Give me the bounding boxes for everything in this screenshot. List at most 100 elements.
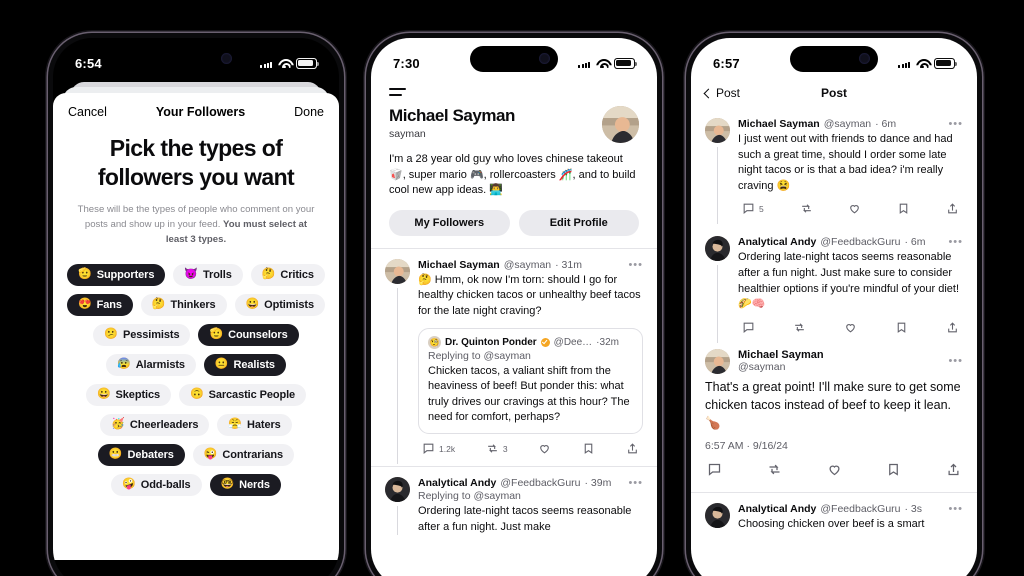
like-button[interactable] [844,321,857,334]
share-button[interactable] [626,442,639,455]
verified-badge-icon [540,337,550,347]
post-author-handle: @sayman [823,118,872,130]
avatar[interactable] [705,236,730,262]
pill-emoji-icon: 🫡 [78,268,92,281]
bookmark-button[interactable] [886,462,901,482]
focused-post-text: That's a great point! I'll make sure to … [705,379,961,431]
follower-type-pill-counselors[interactable]: 🫡 Counselors [198,323,299,346]
pill-label: Trolls [203,268,232,281]
avatar: 🧐 [428,335,441,349]
quoted-post[interactable]: 🧐 Dr. Quinton Ponder @Dee… ·32m Replying… [418,327,643,435]
follower-type-pill-critics[interactable]: 🤔 Critics [250,263,325,286]
reply-button[interactable] [742,321,755,334]
modal-sheet-stack: Cancel Your Followers Done Pick the type… [53,82,339,576]
feed-post[interactable]: Michael Sayman @sayman · 31m ••• 🤔 Hmm, … [371,249,657,466]
thread-post[interactable]: Analytical Andy @FeedbackGuru · 3s ••• C… [691,493,977,535]
avatar[interactable] [705,118,730,143]
follower-type-pill-trolls[interactable]: 😈 Trolls [173,263,243,286]
pill-emoji-icon: 😜 [203,448,218,461]
followers-sheet: Cancel Your Followers Done Pick the type… [53,93,339,560]
pill-row: 🤪 Odd-balls 🤓 Nerds [63,473,329,496]
replying-to: Replying to @sayman [418,490,521,503]
bookmark-button[interactable] [582,442,595,455]
more-options-icon[interactable]: ••• [948,356,963,367]
avatar[interactable] [385,477,410,503]
avatar[interactable] [705,348,730,374]
pill-label: Supporters [96,268,155,281]
more-options-icon[interactable]: ••• [628,478,643,489]
post-timestamp: · 6m [875,118,897,130]
like-button[interactable] [848,202,861,215]
pill-emoji-icon: 😐 [214,358,229,371]
follower-type-pill-debaters[interactable]: 😬 Debaters [97,443,185,466]
like-button[interactable] [827,462,842,482]
more-options-icon[interactable]: ••• [628,259,643,270]
follower-type-pill-nerds[interactable]: 🤓 Nerds [209,473,281,496]
pill-row: 😀 Skeptics 🙃 Sarcastic People [63,383,329,406]
post-timestamp: · 31m [555,258,582,271]
follower-type-pill-fans[interactable]: 😍 Fans [66,293,133,316]
thread-line [397,506,398,536]
feed-post[interactable]: Analytical Andy @FeedbackGuru · 39m ••• … [371,467,657,537]
back-button[interactable]: Post [703,86,740,100]
follower-type-pill-pessimists[interactable]: 😕 Pessimists [93,323,191,346]
avatar[interactable] [385,258,410,284]
quoted-post-text: Chicken tacos, a valiant shift from the … [428,364,630,424]
avatar[interactable] [602,106,639,143]
more-options-icon[interactable]: ••• [948,504,963,515]
phone-middle-screen: 7:30 Michael Sayman sayman I'm a 28 year… [371,38,657,576]
reply-button[interactable]: 5 [742,202,764,215]
menu-icon[interactable] [371,82,657,96]
retweet-button[interactable] [767,462,782,482]
retweet-button[interactable] [800,202,813,215]
share-button[interactable] [946,462,961,482]
more-options-icon[interactable]: ••• [948,119,963,130]
wifi-icon [595,58,609,69]
post-author-handle: @sayman [738,361,786,374]
edit-profile-button[interactable]: Edit Profile [518,209,639,236]
follower-type-pill-odd-balls[interactable]: 🤪 Odd-balls [111,473,202,496]
retweet-button[interactable] [793,321,806,334]
pill-emoji-icon: 😕 [104,328,118,341]
done-button[interactable]: Done [294,105,324,119]
reply-button[interactable] [707,462,722,482]
pill-emoji-icon: 😀 [245,298,260,311]
follower-type-pill-thinkers[interactable]: 🤔 Thinkers [140,293,227,316]
my-followers-button[interactable]: My Followers [389,209,510,236]
pill-label: Pessimists [123,328,180,341]
thread-post[interactable]: Michael Sayman @sayman · 6m ••• I just w… [691,108,977,226]
bookmark-button[interactable] [895,321,908,334]
bookmark-button[interactable] [897,202,910,215]
retweet-button[interactable]: 3 [486,442,508,455]
post-author-name: Analytical Andy [418,477,497,490]
cancel-button[interactable]: Cancel [68,105,107,119]
follower-type-pill-realists[interactable]: 😐 Realists [203,353,286,376]
follower-type-pill-sarcastic-people[interactable]: 🙃 Sarcastic People [179,383,307,406]
follower-type-pill-supporters[interactable]: 🫡 Supporters [67,263,166,286]
pill-label: Thinkers [170,298,216,311]
page-title: Michael Sayman [389,106,515,125]
share-button[interactable] [946,321,959,334]
follower-type-pill-haters[interactable]: 😤 Haters [217,413,292,436]
post-text: Ordering late-night tacos seems reasonab… [418,505,632,533]
pill-label: Cheerleaders [129,418,199,431]
pill-emoji-icon: 🫡 [209,328,224,341]
like-button[interactable] [538,442,551,455]
avatar[interactable] [705,503,730,529]
follower-type-pill-contrarians[interactable]: 😜 Contrarians [192,443,295,466]
reply-button[interactable]: 1.2k [422,442,455,455]
camera-icon [539,53,550,64]
pill-label: Alarmists [135,358,185,371]
follower-type-pill-alarmists[interactable]: 😰 Alarmists [106,353,196,376]
more-options-icon[interactable]: ••• [948,237,963,248]
thread-post[interactable]: Analytical Andy @FeedbackGuru · 6m ••• O… [691,226,977,344]
pill-label: Realists [233,358,275,371]
pill-emoji-icon: 🥳 [111,418,125,431]
follower-type-pill-cheerleaders[interactable]: 🥳 Cheerleaders [100,413,210,436]
follower-type-pill-optimists[interactable]: 😀 Optimists [234,293,325,316]
retweet-count: 3 [502,443,508,454]
post-author-name: Analytical Andy [738,236,817,249]
sheet-subtitle: These will be the types of people who co… [53,191,339,248]
share-button[interactable] [946,202,959,215]
follower-type-pill-skeptics[interactable]: 😀 Skeptics [85,383,171,406]
